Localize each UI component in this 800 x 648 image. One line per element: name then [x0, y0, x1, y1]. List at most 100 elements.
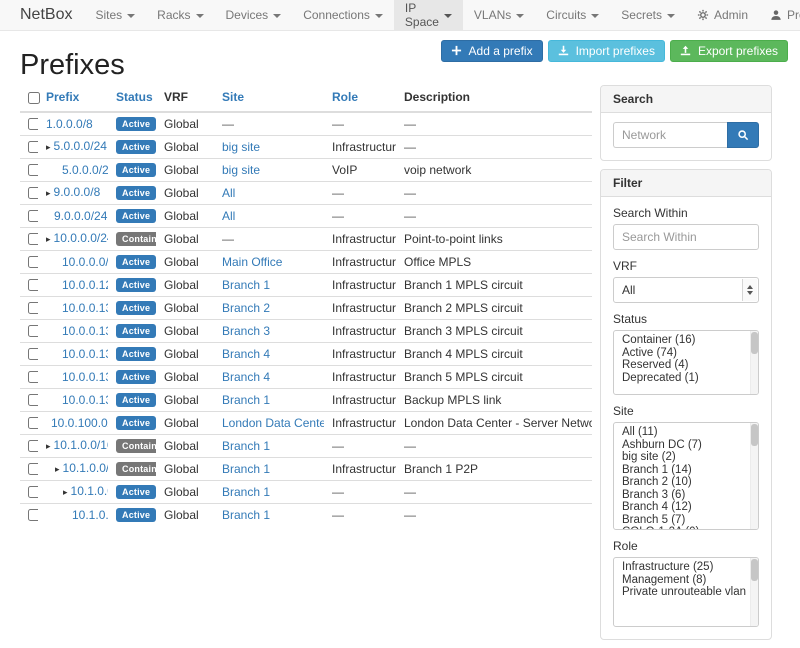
prefix-link[interactable]: 10.0.0.132/31: [62, 324, 108, 338]
site-link[interactable]: All: [222, 209, 235, 223]
nav-item-vlans[interactable]: VLANs: [463, 0, 535, 30]
row-checkbox[interactable]: [28, 463, 38, 475]
scrollbar-thumb[interactable]: [751, 332, 758, 354]
search-button[interactable]: [727, 122, 759, 148]
status-option[interactable]: Reserved (4): [614, 359, 758, 372]
scrollbar-thumb[interactable]: [751, 424, 758, 446]
nav-item-devices[interactable]: Devices: [215, 0, 293, 30]
row-checkbox[interactable]: [28, 187, 38, 199]
prefix-link[interactable]: 10.0.0.0/31: [62, 255, 108, 269]
vrf-select[interactable]: All: [613, 277, 759, 303]
row-checkbox[interactable]: [28, 371, 38, 383]
nav-item-secrets[interactable]: Secrets: [610, 0, 686, 30]
prefix-link[interactable]: 10.0.0.136/31: [62, 370, 108, 384]
prefix-link[interactable]: 9.0.0.0/24: [54, 209, 107, 223]
prefix-link[interactable]: 10.1.0.0/24: [63, 461, 108, 475]
row-checkbox[interactable]: [28, 279, 38, 291]
prefix-link[interactable]: 1.0.0.0/8: [46, 117, 93, 131]
row-checkbox[interactable]: [28, 394, 38, 406]
site-link[interactable]: London Data Center: [222, 416, 324, 430]
vrf-value: Global: [164, 439, 199, 453]
column-header-role[interactable]: Role: [332, 90, 358, 104]
site-option[interactable]: big site (2): [614, 451, 758, 464]
prefix-link[interactable]: 9.0.0.0/8: [54, 185, 101, 199]
site-link[interactable]: Main Office: [222, 255, 282, 269]
column-header-site[interactable]: Site: [222, 90, 244, 104]
export-prefixes-button[interactable]: Export prefixes: [670, 40, 788, 62]
site-link[interactable]: Branch 1: [222, 508, 270, 522]
role-option[interactable]: Infrastructure (25): [614, 561, 758, 574]
description-value: Branch 3 MPLS circuit: [404, 324, 523, 338]
search-within-input[interactable]: [613, 224, 759, 250]
site-link[interactable]: Branch 1: [222, 393, 270, 407]
nav-item-sites[interactable]: Sites: [84, 0, 146, 30]
prefix-link[interactable]: 10.0.0.138/31: [62, 393, 108, 407]
site-option[interactable]: Branch 2 (10): [614, 476, 758, 489]
site-option[interactable]: Branch 4 (12): [614, 501, 758, 514]
prefix-link[interactable]: 10.0.0.130/31: [62, 301, 108, 315]
row-checkbox[interactable]: [28, 164, 38, 176]
nav-item-connections[interactable]: Connections: [292, 0, 394, 30]
scrollbar-thumb[interactable]: [751, 559, 758, 581]
site-link[interactable]: Branch 1: [222, 485, 270, 499]
search-input[interactable]: [613, 122, 727, 148]
row-checkbox[interactable]: [28, 440, 38, 452]
prefix-link[interactable]: 10.0.0.128/31: [62, 278, 108, 292]
row-checkbox[interactable]: [28, 256, 38, 268]
prefix-link[interactable]: 5.0.0.0/24: [54, 139, 107, 153]
row-checkbox[interactable]: [28, 348, 38, 360]
site-option[interactable]: Branch 3 (6): [614, 489, 758, 502]
row-checkbox[interactable]: [28, 118, 38, 130]
site-link[interactable]: Branch 4: [222, 370, 270, 384]
row-checkbox[interactable]: [28, 325, 38, 337]
page-actions: Add a prefixImport prefixesExport prefix…: [441, 40, 788, 62]
site-link[interactable]: Branch 3: [222, 324, 270, 338]
prefix-link[interactable]: 10.1.0.0/26: [72, 508, 108, 522]
import-prefixes-button[interactable]: Import prefixes: [548, 40, 665, 62]
column-header-prefix[interactable]: Prefix: [46, 90, 79, 104]
nav-item-racks[interactable]: Racks: [146, 0, 214, 30]
site-link[interactable]: Branch 1: [222, 462, 270, 476]
row-checkbox[interactable]: [28, 486, 38, 498]
prefix-table: PrefixStatusVRFSiteRoleDescription 1.0.0…: [20, 83, 592, 526]
site-link[interactable]: Branch 1: [222, 278, 270, 292]
row-checkbox[interactable]: [28, 233, 38, 245]
prefix-cell: 10.0.0.136/31: [62, 370, 108, 384]
nav-item-admin[interactable]: Admin: [686, 0, 759, 30]
site-option[interactable]: COLO-1-2A (0): [614, 526, 758, 530]
row-checkbox[interactable]: [28, 141, 38, 153]
row-checkbox[interactable]: [28, 210, 38, 222]
status-option[interactable]: Deprecated (1): [614, 372, 758, 385]
status-option[interactable]: Active (74): [614, 347, 758, 360]
site-link[interactable]: Branch 1: [222, 439, 270, 453]
nav-item-profile[interactable]: Profile: [759, 0, 800, 30]
site-option[interactable]: Branch 5 (7): [614, 514, 758, 527]
role-option[interactable]: Management (8): [614, 574, 758, 587]
prefix-link[interactable]: 10.0.100.0/24: [51, 416, 108, 430]
role-option[interactable]: Private unrouteable vlan (0): [614, 586, 758, 599]
site-link[interactable]: Branch 2: [222, 301, 270, 315]
status-option[interactable]: Container (16): [614, 334, 758, 347]
site-link[interactable]: Branch 4: [222, 347, 270, 361]
nav-item-ip-space[interactable]: IP Space: [394, 0, 463, 30]
site-link[interactable]: big site: [222, 140, 260, 154]
site-option[interactable]: Ashburn DC (7): [614, 439, 758, 452]
row-checkbox[interactable]: [28, 302, 38, 314]
prefix-link[interactable]: 10.1.0.0/16: [54, 438, 108, 452]
prefix-link[interactable]: 5.0.0.0/25: [62, 163, 108, 177]
add-a-prefix-button[interactable]: Add a prefix: [441, 40, 543, 62]
prefix-link[interactable]: 10.0.0.134/31: [62, 347, 108, 361]
prefix-link[interactable]: 10.0.0.0/24: [54, 231, 108, 245]
row-checkbox[interactable]: [28, 509, 38, 521]
prefix-link[interactable]: 10.1.0.0/25: [71, 484, 108, 498]
select-all-checkbox[interactable]: [28, 92, 40, 104]
row-checkbox[interactable]: [28, 417, 38, 429]
site-value: —: [222, 232, 234, 246]
column-header-status[interactable]: Status: [116, 90, 153, 104]
brand-link[interactable]: NetBox: [8, 0, 84, 30]
site-link[interactable]: All: [222, 186, 235, 200]
site-link[interactable]: big site: [222, 163, 260, 177]
site-option[interactable]: Branch 1 (14): [614, 464, 758, 477]
nav-item-circuits[interactable]: Circuits: [535, 0, 610, 30]
site-option[interactable]: All (11): [614, 426, 758, 439]
